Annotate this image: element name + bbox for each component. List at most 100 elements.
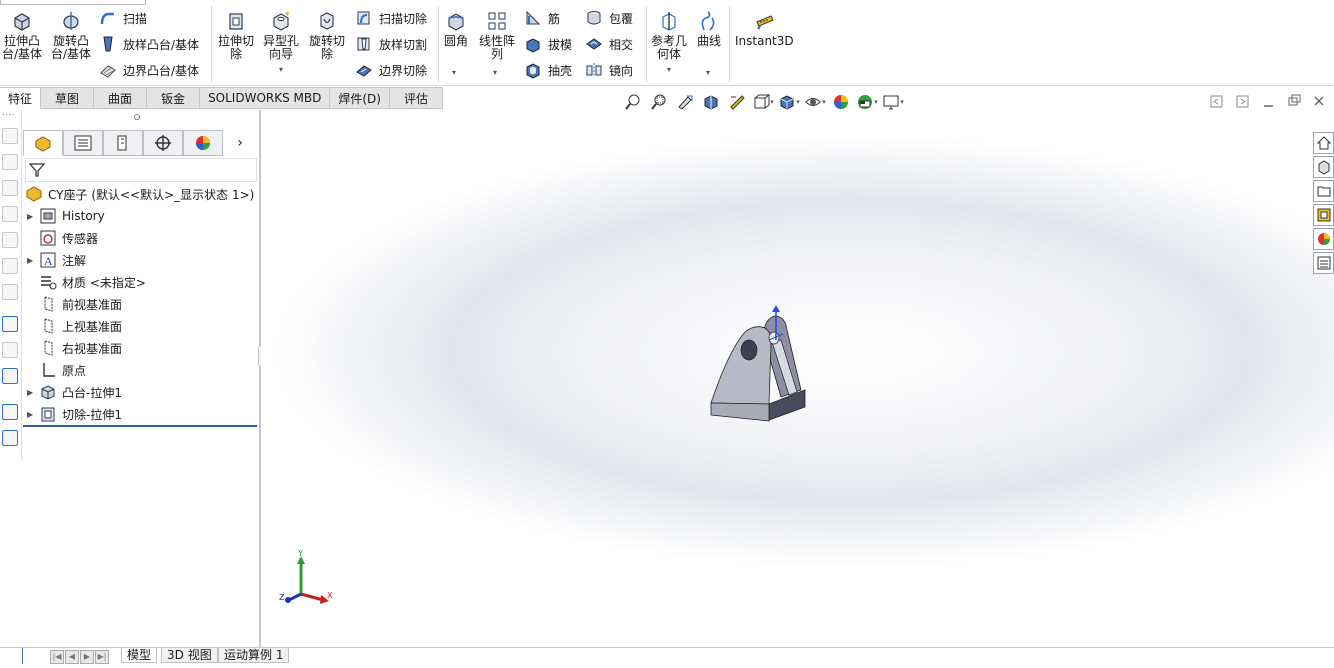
next-tab-icon[interactable]: ▶ [80,650,94,664]
chevron-down-icon[interactable]: ▾ [770,98,774,106]
strip-tool-icon[interactable] [2,180,18,196]
restore-icon[interactable] [1288,94,1301,106]
strip-tool-icon[interactable] [2,342,18,358]
previous-view-icon[interactable] [672,91,698,113]
zoom-area-icon[interactable] [646,91,672,113]
part-model[interactable] [699,300,839,440]
expand-arrow-icon[interactable]: ▶ [27,388,39,397]
chevron-down-icon[interactable]: ▾ [822,98,826,106]
fillet-button[interactable]: 圆角 [444,10,468,48]
tile-left-icon[interactable] [1210,95,1223,108]
strip-tool-icon[interactable] [2,154,18,170]
tab-motion-study[interactable]: 运动算例 1 [218,648,290,663]
revolve-boss-button[interactable]: 旋转凸 台/基体 [51,10,91,61]
swept-cut-button[interactable]: 扫描切除 [354,8,427,28]
chevron-down-icon[interactable]: ▾ [874,98,878,106]
extrude-cut-button[interactable]: 拉伸切 除 [218,10,254,61]
tab-sketch[interactable]: 草图 [41,87,95,109]
intersect-button[interactable]: 相交 [584,34,633,54]
tab-dimxpert[interactable] [143,130,183,156]
strip-tool-icon[interactable] [2,232,18,248]
last-tab-icon[interactable]: ▶| [95,650,109,664]
display-icon[interactable] [2,368,18,384]
view-settings-icon[interactable]: ▾ [880,91,906,113]
extrude-boss-button[interactable]: 拉伸凸 台/基体 [2,10,42,61]
panel-grip[interactable] [134,114,140,120]
tree-item-top-plane[interactable]: 上视基准面 [27,316,122,336]
strip-tool-icon[interactable] [2,128,18,144]
strip-tool-icon[interactable] [2,258,18,274]
chevron-down-icon[interactable]: ▾ [796,98,800,106]
expand-arrow-icon[interactable]: ▶ [27,410,39,419]
draft-button[interactable]: 拔模 [523,34,572,54]
tab-mbd[interactable]: SOLIDWORKS MBD [200,87,331,109]
instant3d-button[interactable]: Instant3D [735,10,794,48]
tab-configuration-manager[interactable] [103,130,143,156]
close-icon[interactable] [1314,96,1324,106]
loft-boss-button[interactable]: 放样凸台/基体 [98,34,199,54]
shell-button[interactable]: 抽壳 [523,60,572,80]
view-palette-icon[interactable] [1313,204,1334,226]
copy-icon[interactable] [2,430,18,446]
strip-tool-icon[interactable] [2,206,18,222]
hide-show-icon[interactable]: ▾ [802,91,828,113]
tree-root-part[interactable]: CY座子 (默认<<默认>_显示状态 1>) [25,184,254,204]
rib-button[interactable]: 筋 [523,8,560,28]
tab-feature-tree[interactable] [23,130,63,156]
tab-3d-views[interactable]: 3D 视图 [161,648,218,663]
sweep-button[interactable]: 扫描 [98,8,147,28]
tile-right-icon[interactable] [1236,95,1249,108]
tree-item-annotations[interactable]: ▶ A 注解 [27,250,86,270]
tree-item-material[interactable]: 材质 <未指定> [27,272,146,292]
expand-arrow-icon[interactable]: ▶ [27,212,39,221]
folder-icon[interactable] [1313,180,1334,202]
tree-item-origin[interactable]: 原点 [27,360,86,380]
tab-surfaces[interactable]: 曲面 [94,87,148,109]
tree-item-boss-extrude[interactable]: ▶ 凸台-拉伸1 [27,382,122,402]
chevron-down-icon[interactable]: ▾ [493,68,497,77]
mirror-button[interactable]: 镜向 [584,60,633,80]
view-orientation-icon[interactable]: ▾ [750,91,776,113]
tab-property-manager[interactable] [63,130,103,156]
curves-button[interactable]: 曲线 [697,10,721,48]
strip-tool-icon[interactable] [2,284,18,300]
hole-wizard-button[interactable]: 异型孔 向导 ▾ [263,10,299,76]
display-style-icon[interactable]: ▾ [776,91,802,113]
smart-dimension-icon[interactable] [2,316,18,332]
dynamic-annotation-icon[interactable] [724,91,750,113]
revolve-cut-button[interactable]: 旋转切 除 [309,10,345,61]
tree-item-cut-extrude[interactable]: ▶ 切除-拉伸1 [27,404,122,424]
prev-tab-icon[interactable]: ◀ [65,650,79,664]
chevron-down-icon[interactable]: ▾ [452,68,456,77]
tree-item-right-plane[interactable]: 右视基准面 [27,338,122,358]
tab-sheet-metal[interactable]: 钣金 [147,87,201,109]
chevron-down-icon[interactable]: ▾ [279,63,283,76]
tree-item-sensors[interactable]: 传感器 [27,228,98,248]
apply-scene-icon[interactable]: ▾ [854,91,880,113]
chevron-down-icon[interactable]: ▾ [900,98,904,106]
custom-properties-icon[interactable] [1313,252,1334,274]
appearances-icon[interactable] [1313,228,1334,250]
zoom-to-fit-icon[interactable] [620,91,646,113]
graphics-area[interactable]: Y X Z [261,110,1334,647]
wrap-button[interactable]: 包覆 [584,8,633,28]
lofted-cut-button[interactable]: 放样切割 [354,34,427,54]
tab-evaluate[interactable]: 评估 [389,87,443,109]
chevron-down-icon[interactable]: ▾ [667,63,671,76]
chevron-down-icon[interactable]: ▾ [706,68,710,77]
linear-pattern-button[interactable]: 线性阵 列 [479,10,515,61]
design-library-icon[interactable] [1313,156,1334,178]
edit-appearance-icon[interactable] [828,91,854,113]
home-icon[interactable] [1313,132,1334,154]
reference-geometry-button[interactable]: 参考几 何体 ▾ [651,10,687,76]
tree-item-history[interactable]: ▶ History [27,206,105,226]
copy-icon[interactable] [2,404,18,420]
expand-arrow-icon[interactable]: ▶ [27,256,39,265]
first-tab-icon[interactable]: |◀ [50,650,64,664]
tab-display-manager[interactable] [183,130,223,156]
boundary-boss-button[interactable]: 边界凸台/基体 [98,60,199,80]
tab-model[interactable]: 模型 [121,648,158,663]
chevron-right-icon[interactable]: › [223,130,257,156]
tab-weldments[interactable]: 焊件(D) [330,87,390,109]
tab-features[interactable]: 特征 [0,87,42,109]
